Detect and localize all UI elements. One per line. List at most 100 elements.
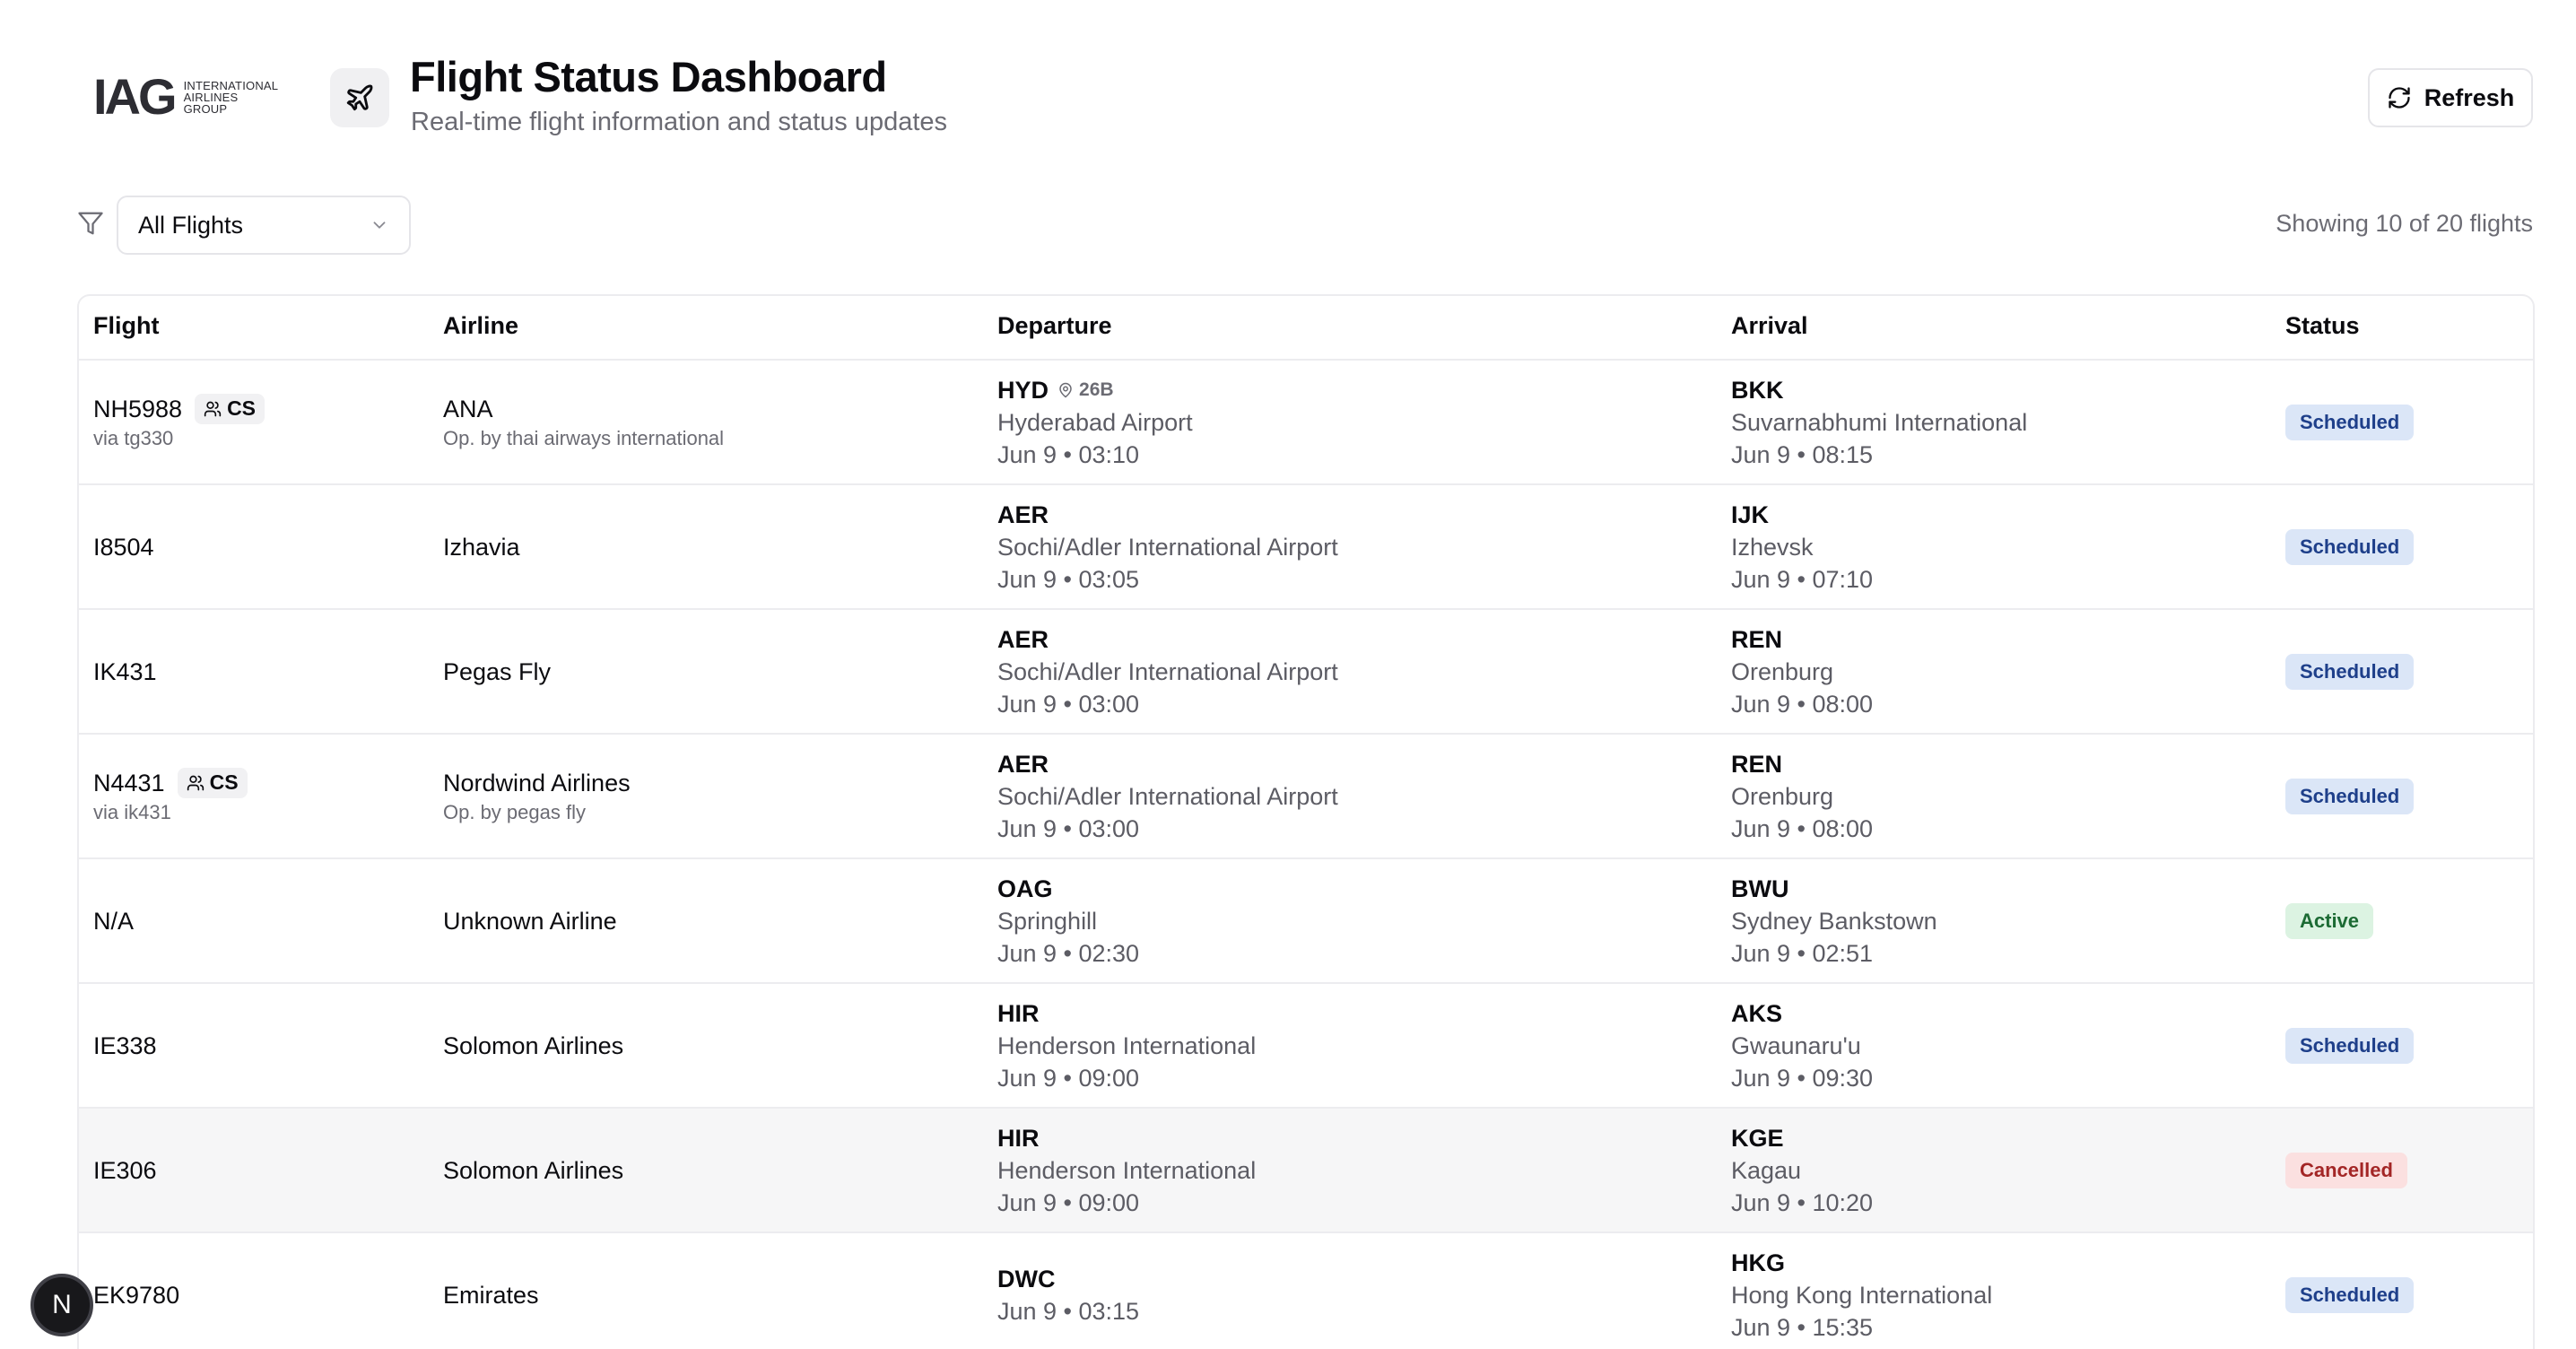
select-value: All Flights bbox=[138, 211, 244, 239]
iag-logo: IAG INTERNATIONAL AIRLINES GROUP bbox=[93, 72, 298, 122]
flight-number: IK431 bbox=[93, 657, 157, 685]
status-cell: Scheduled bbox=[2285, 778, 2415, 814]
airline-name: Izhavia bbox=[443, 533, 520, 561]
logo-line: INTERNATIONAL bbox=[183, 78, 279, 92]
arrival-code: AKS bbox=[1731, 999, 1783, 1027]
departure-cell: DWC Jun 9 • 03:15 bbox=[997, 1263, 1139, 1327]
arrival-airport: Kagau bbox=[1731, 1156, 1802, 1184]
table-row[interactable]: IK431 Pegas Fly AER Sochi/Adler Internation… bbox=[79, 610, 2533, 735]
page-header: IAG INTERNATIONAL AIRLINES GROUP Flight … bbox=[0, 0, 2576, 179]
flight-number: N/A bbox=[93, 907, 135, 935]
filter-icon bbox=[78, 212, 103, 235]
departure-time: Jun 9 • 03:00 bbox=[997, 814, 1140, 842]
arrival-cell: REN Orenburg Jun 9 • 08:00 bbox=[1731, 748, 1873, 845]
user-avatar-button[interactable]: N bbox=[30, 1274, 93, 1336]
column-header-departure[interactable]: Departure bbox=[997, 312, 1112, 340]
airline-cell: Emirates bbox=[443, 1280, 539, 1310]
flight-cell: IE338 bbox=[93, 1031, 157, 1061]
arrival-time: Jun 9 • 09:30 bbox=[1731, 1064, 1874, 1092]
gate-label: 26B bbox=[1079, 379, 1114, 400]
departure-cell: OAG Springhill Jun 9 • 02:30 bbox=[997, 873, 1139, 970]
arrival-code: HKG bbox=[1731, 1249, 1785, 1276]
column-header-flight[interactable]: Flight bbox=[93, 312, 159, 340]
users-icon bbox=[204, 400, 222, 418]
arrival-cell: IJK Izhevsk Jun 9 • 07:10 bbox=[1731, 499, 1873, 596]
airline-cell: Nordwind Airlines Op. by pegas fly bbox=[443, 768, 631, 825]
flight-cell: NH5988 CS via tg330 bbox=[93, 393, 265, 451]
arrival-cell: REN Orenburg Jun 9 • 08:00 bbox=[1731, 623, 1873, 720]
arrival-airport: Izhevsk bbox=[1731, 533, 1814, 561]
chevron-down-icon bbox=[373, 222, 386, 229]
codeshare-label: CS bbox=[227, 396, 257, 420]
airline-name: Solomon Airlines bbox=[443, 1031, 624, 1059]
departure-time: Jun 9 • 09:00 bbox=[997, 1064, 1140, 1092]
departure-code: OAG bbox=[997, 875, 1053, 902]
departure-code: AER bbox=[997, 625, 1049, 653]
flights-table: Flight Airline Departure Arrival Status … bbox=[77, 294, 2535, 1349]
plane-icon bbox=[346, 84, 373, 111]
flight-filter-select[interactable]: All Flights bbox=[117, 196, 411, 255]
departure-cell: AER Sochi/Adler International Airport Jun … bbox=[997, 748, 1338, 845]
table-row[interactable]: NH5988 CS via tg330 ANA Op. by thai airways … bbox=[79, 361, 2533, 485]
users-icon bbox=[187, 774, 205, 792]
airline-name: ANA bbox=[443, 395, 493, 422]
departure-cell: AER Sochi/Adler International Airport Jun … bbox=[997, 499, 1338, 596]
arrival-time: Jun 9 • 08:00 bbox=[1731, 814, 1874, 842]
status-badge: Scheduled bbox=[2285, 528, 2415, 565]
table-row[interactable]: IE338 Solomon Airlines HIR Henderson Intern… bbox=[79, 984, 2533, 1109]
departure-code: AER bbox=[997, 750, 1049, 778]
departure-airport: Henderson International bbox=[997, 1156, 1257, 1184]
status-cell: Scheduled bbox=[2285, 528, 2415, 565]
table-row[interactable]: EK9780 Emirates DWC Jun 9 • 03:15 HKG Hong Ko… bbox=[79, 1233, 2533, 1349]
departure-time: Jun 9 • 02:30 bbox=[997, 939, 1140, 967]
arrival-code: REN bbox=[1731, 625, 1783, 653]
column-header-airline[interactable]: Airline bbox=[443, 312, 518, 340]
departure-airport: Sochi/Adler International Airport bbox=[997, 657, 1338, 685]
operated-by: Op. by pegas fly bbox=[443, 800, 586, 823]
column-header-arrival[interactable]: Arrival bbox=[1731, 312, 1808, 340]
status-cell: Active bbox=[2285, 902, 2374, 939]
table-row[interactable]: IE306 Solomon Airlines HIR Henderson Intern… bbox=[79, 1109, 2533, 1233]
arrival-time: Jun 9 • 08:00 bbox=[1731, 690, 1874, 718]
flight-cell: EK9780 bbox=[93, 1280, 179, 1310]
refresh-icon bbox=[2389, 87, 2410, 109]
departure-cell: HYD 26B Hyderabad Airport Jun 9 • 03:10 bbox=[997, 374, 1193, 471]
flight-cell: IE306 bbox=[93, 1155, 157, 1186]
departure-code: HIR bbox=[997, 1124, 1040, 1152]
flight-number: EK9780 bbox=[93, 1281, 180, 1309]
refresh-button[interactable]: Refresh bbox=[2368, 68, 2533, 127]
table-row[interactable]: N4431 CS via ik431 Nordwind Airlines Op. by … bbox=[79, 735, 2533, 859]
airline-name: Unknown Airline bbox=[443, 907, 617, 935]
codeshare-label: CS bbox=[209, 770, 239, 794]
table-header: Flight Airline Departure Arrival Status bbox=[79, 296, 2533, 361]
flight-cell: N/A bbox=[93, 906, 134, 936]
departure-time: Jun 9 • 03:10 bbox=[997, 440, 1140, 468]
departure-airport: Springhill bbox=[997, 907, 1098, 935]
page-title: Flight Status Dashboard bbox=[410, 53, 887, 100]
departure-cell: AER Sochi/Adler International Airport Jun … bbox=[997, 623, 1338, 720]
page-subtitle: Real-time flight information and status … bbox=[411, 108, 948, 136]
arrival-airport: Orenburg bbox=[1731, 782, 1834, 810]
column-header-status[interactable]: Status bbox=[2285, 312, 2360, 340]
airline-cell: Solomon Airlines bbox=[443, 1155, 623, 1186]
status-badge: Cancelled bbox=[2285, 1152, 2407, 1188]
via-flight: via tg330 bbox=[93, 426, 174, 449]
departure-time: Jun 9 • 03:00 bbox=[997, 690, 1140, 718]
airline-cell: Izhavia bbox=[443, 532, 520, 562]
arrival-time: Jun 9 • 07:10 bbox=[1731, 565, 1874, 593]
status-badge: Active bbox=[2285, 902, 2374, 939]
arrival-code: REN bbox=[1731, 750, 1783, 778]
flight-cell: N4431 CS via ik431 bbox=[93, 767, 248, 825]
table-row[interactable]: I8504 Izhavia AER Sochi/Adler International… bbox=[79, 485, 2533, 610]
airline-name: Emirates bbox=[443, 1281, 539, 1309]
arrival-airport: Suvarnabhumi International bbox=[1731, 408, 2028, 436]
arrival-time: Jun 9 • 08:15 bbox=[1731, 440, 1874, 468]
status-badge: Scheduled bbox=[2285, 778, 2415, 814]
departure-code: DWC bbox=[997, 1265, 1056, 1292]
table-row[interactable]: N/A Unknown Airline OAG Springhill Jun 9 • 0… bbox=[79, 859, 2533, 984]
logo-mark: IAG bbox=[93, 68, 178, 125]
airline-name: Solomon Airlines bbox=[443, 1156, 624, 1184]
status-cell: Scheduled bbox=[2285, 404, 2415, 440]
departure-time: Jun 9 • 03:15 bbox=[997, 1297, 1140, 1325]
airline-cell: ANA Op. by thai airways international bbox=[443, 394, 724, 451]
